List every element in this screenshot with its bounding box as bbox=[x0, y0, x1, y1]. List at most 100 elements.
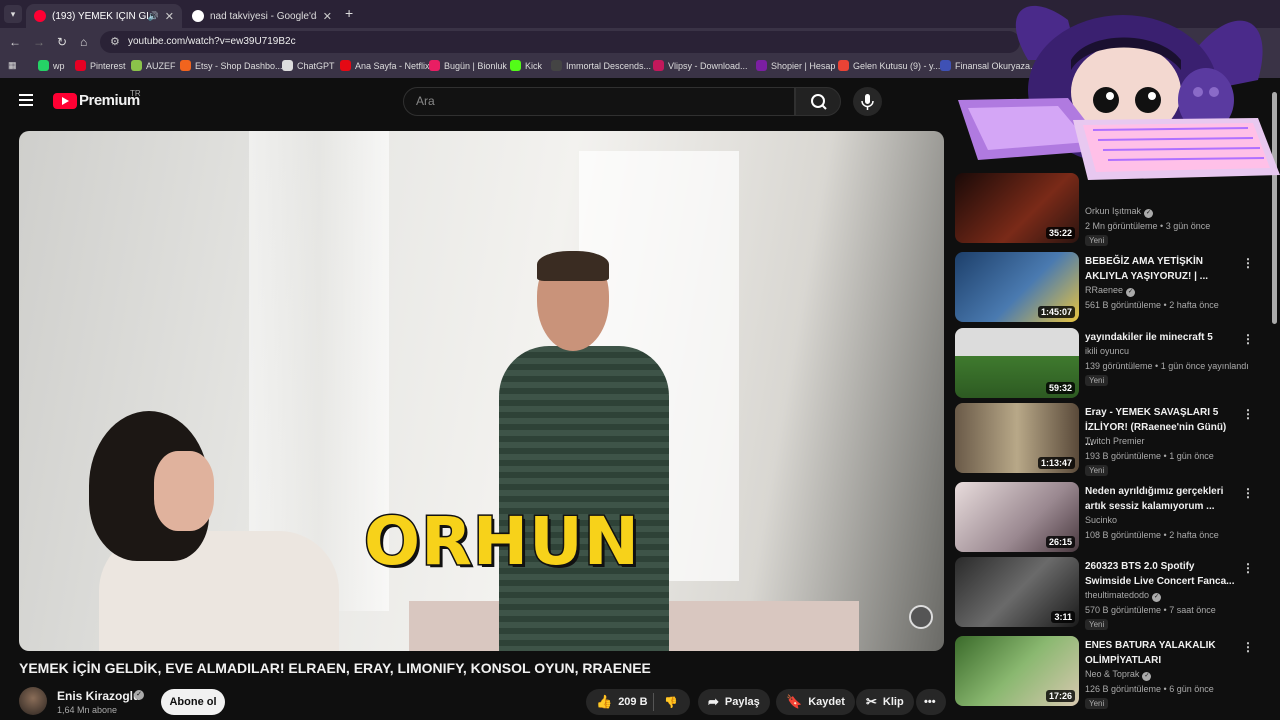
apps-icon[interactable]: ▦ bbox=[8, 60, 17, 71]
video-thumbnail[interactable]: 3:11 bbox=[955, 557, 1079, 627]
list-item[interactable]: 1:45:07 BEBEĞİZ AMA YETİŞKİN AKLIYLA YAŞ… bbox=[955, 252, 1265, 324]
search-input[interactable]: Ara bbox=[416, 94, 435, 108]
bookmark-label: Kick bbox=[525, 60, 543, 71]
bookmark-favicon-icon bbox=[653, 60, 664, 71]
rec-channel[interactable]: Sucinko bbox=[1085, 515, 1117, 525]
rec-channel[interactable]: ikili oyuncu bbox=[1085, 346, 1129, 356]
home-icon[interactable]: ⌂ bbox=[80, 35, 87, 49]
channel-name[interactable]: Enis Kirazoglu bbox=[57, 689, 140, 703]
rec-title[interactable]: Neden ayrıldığımız gerçekleri artık sess… bbox=[1085, 484, 1235, 514]
youtube-logo-icon[interactable] bbox=[53, 93, 77, 109]
list-item[interactable]: 3:11 260323 BTS 2.0 Spotify Swimside Liv… bbox=[955, 557, 1265, 630]
url-text[interactable]: youtube.com/watch?v=ew39U719B2c bbox=[128, 36, 296, 47]
bookmark-item[interactable]: Etsy - Shop Dashbo... bbox=[180, 60, 283, 71]
thumbs-down-icon[interactable]: 👎 bbox=[664, 696, 678, 709]
rec-channel[interactable]: RRaenee ✓ bbox=[1085, 285, 1136, 297]
bookmark-item[interactable]: ChatGPT bbox=[282, 60, 335, 71]
divider bbox=[653, 693, 654, 711]
close-tab-icon[interactable]: ✕ bbox=[323, 10, 332, 23]
reload-icon[interactable]: ↻ bbox=[57, 35, 67, 49]
thumbs-up-icon[interactable]: 👍 bbox=[596, 694, 612, 710]
rec-channel-label: Orkun Işıtmak bbox=[1085, 206, 1142, 216]
tab-title: (193) YEMEK İÇİN GELDİK, E bbox=[52, 10, 148, 22]
bookmark-icon: 🔖 bbox=[786, 694, 803, 709]
rec-channel-label: ikili oyuncu bbox=[1085, 346, 1130, 356]
more-vert-icon[interactable]: ⋮ bbox=[1242, 256, 1254, 270]
list-item[interactable]: 17:26 ENES BATURA YALAKALIK OLİMPİYATLAR… bbox=[955, 636, 1265, 709]
bookmark-label: Gelen Kutusu (9) - y... bbox=[853, 60, 941, 71]
new-badge: Yeni bbox=[1085, 235, 1109, 246]
like-count[interactable]: 209 B bbox=[618, 696, 647, 708]
new-tab-button[interactable]: + bbox=[345, 5, 353, 21]
verified-icon: ✓ bbox=[134, 690, 144, 700]
back-icon[interactable]: ← bbox=[9, 35, 21, 49]
duration-badge: 26:15 bbox=[1045, 536, 1075, 548]
bookmark-favicon-icon bbox=[429, 60, 440, 71]
site-info-icon[interactable]: ⚙ bbox=[110, 35, 120, 48]
more-horizontal-icon: ••• bbox=[924, 696, 936, 708]
video-thumbnail[interactable]: 17:26 bbox=[955, 636, 1079, 706]
rec-meta: 139 görüntüleme • 1 gün önce yayınlandı bbox=[1085, 361, 1249, 371]
bookmark-item[interactable]: wp bbox=[38, 60, 65, 71]
list-item[interactable]: 26:15 Neden ayrıldığımız gerçekleri artı… bbox=[955, 482, 1265, 554]
subscribe-button[interactable]: Abone ol bbox=[161, 689, 225, 715]
bookmark-item[interactable]: Kick bbox=[510, 60, 542, 71]
bookmark-favicon-icon bbox=[940, 60, 951, 71]
rec-channel[interactable]: Neo & Toprak ✓ bbox=[1085, 669, 1152, 681]
channel-watermark-icon[interactable] bbox=[909, 605, 933, 629]
bookmark-item[interactable]: Ana Sayfa - Netflix bbox=[340, 60, 430, 71]
rec-meta: 2 Mn görüntüleme • 3 gün önce bbox=[1085, 221, 1211, 231]
list-item[interactable]: 59:32 yayındakiler ile minecraft 5 ikili… bbox=[955, 328, 1265, 400]
more-vert-icon[interactable]: ⋮ bbox=[1242, 640, 1254, 654]
rec-title[interactable]: ENES BATURA YALAKALIK OLİMPİYATLARI bbox=[1085, 638, 1235, 668]
bookmark-favicon-icon bbox=[282, 60, 293, 71]
menu-icon[interactable] bbox=[19, 94, 33, 106]
list-item[interactable]: 1:13:47 Eray - YEMEK SAVAŞLARI 5 İZLİYOR… bbox=[955, 403, 1265, 476]
rec-channel[interactable]: Orkun Işıtmak ✓ bbox=[1085, 206, 1154, 218]
more-vert-icon[interactable]: ⋮ bbox=[1242, 486, 1254, 500]
speaker-icon[interactable]: 🔊 bbox=[148, 11, 159, 22]
avatar[interactable] bbox=[19, 687, 47, 715]
new-badge: Yeni bbox=[1085, 698, 1109, 709]
share-icon: ➦ bbox=[708, 694, 719, 709]
bookmark-label: Bugün | Bionluk bbox=[444, 60, 507, 71]
duration-badge: 17:26 bbox=[1045, 690, 1075, 702]
bookmark-favicon-icon bbox=[75, 60, 86, 71]
rec-channel-label: RRaenee bbox=[1085, 285, 1124, 295]
rec-meta: 126 B görüntüleme • 6 gün önce bbox=[1085, 684, 1214, 694]
video-thumbnail[interactable]: 1:13:47 bbox=[955, 403, 1079, 473]
tab-google[interactable]: nad takviyesi - Google'da Ara ✕ bbox=[184, 4, 340, 28]
tab-title: nad takviyesi - Google'da Ara bbox=[210, 10, 317, 22]
share-button[interactable]: ➦ Paylaş bbox=[698, 689, 770, 715]
bookmark-item[interactable]: Bugün | Bionluk bbox=[429, 60, 507, 71]
bookmark-item[interactable]: Shopier | Hesap bbox=[756, 60, 835, 71]
clip-button[interactable]: ✂ Klip bbox=[856, 689, 914, 715]
tab-youtube[interactable]: (193) YEMEK İÇİN GELDİK, E 🔊 ✕ bbox=[26, 4, 182, 28]
forward-icon[interactable]: → bbox=[33, 35, 45, 49]
bookmark-item[interactable]: Vlipsy - Download... bbox=[653, 60, 748, 71]
video-thumbnail[interactable]: 59:32 bbox=[955, 328, 1079, 398]
voice-search-button[interactable] bbox=[853, 87, 882, 116]
rec-channel[interactable]: theultimatedodo ✓ bbox=[1085, 590, 1162, 602]
video-player[interactable]: ORHUN bbox=[19, 131, 944, 651]
more-actions-button[interactable]: ••• bbox=[916, 689, 946, 715]
more-vert-icon[interactable]: ⋮ bbox=[1242, 407, 1254, 421]
rec-channel[interactable]: Twitch Premier bbox=[1085, 436, 1145, 446]
search-button[interactable] bbox=[795, 87, 841, 116]
video-thumbnail[interactable]: 1:45:07 bbox=[955, 252, 1079, 322]
video-thumbnail[interactable]: 26:15 bbox=[955, 482, 1079, 552]
bookmark-item[interactable]: Pinterest bbox=[75, 60, 126, 71]
close-tab-icon[interactable]: ✕ bbox=[165, 10, 174, 23]
more-vert-icon[interactable]: ⋮ bbox=[1242, 332, 1254, 346]
rec-meta: 108 B görüntüleme • 2 hafta önce bbox=[1085, 530, 1219, 540]
rec-title[interactable]: BEBEĞİZ AMA YETİŞKİN AKLIYLA YAŞIYORUZ! … bbox=[1085, 254, 1235, 284]
bookmark-item[interactable]: Immortal Descends... bbox=[551, 60, 651, 71]
more-vert-icon[interactable]: ⋮ bbox=[1242, 561, 1254, 575]
tab-search-button[interactable]: ▾ bbox=[4, 5, 22, 23]
save-button[interactable]: 🔖 Kaydet bbox=[776, 689, 855, 715]
bookmark-item[interactable]: Gelen Kutusu (9) - y... bbox=[838, 60, 940, 71]
bookmark-item[interactable]: AUZEF bbox=[131, 60, 176, 71]
rec-title[interactable]: yayındakiler ile minecraft 5 bbox=[1085, 330, 1235, 345]
search-box[interactable] bbox=[403, 87, 795, 116]
rec-title[interactable]: 260323 BTS 2.0 Spotify Swimside Live Con… bbox=[1085, 559, 1235, 589]
